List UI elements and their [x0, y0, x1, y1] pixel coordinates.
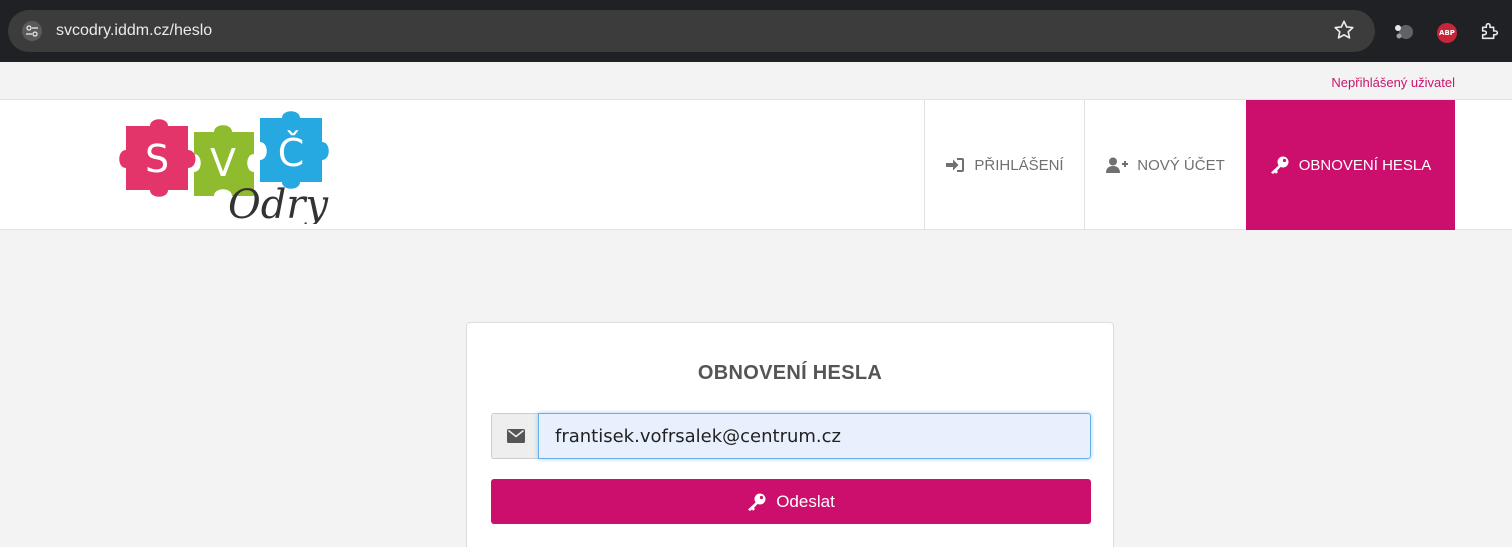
nav-login[interactable]: PŘIHLÁŠENÍ	[924, 100, 1084, 230]
key-icon	[748, 493, 766, 511]
logo-letter-c: Č	[278, 131, 305, 175]
svc-odry-logo[interactable]: S V Č Odry	[118, 106, 343, 224]
nav-new-account-label: NOVÝ ÚČET	[1137, 156, 1225, 174]
logo-letter-s: S	[145, 137, 169, 181]
envelope-icon	[506, 429, 525, 443]
user-status-link[interactable]: Nepřihlášený uživatel	[1331, 75, 1455, 90]
bookmark-star-icon[interactable]	[1333, 19, 1355, 41]
nav-password-reset[interactable]: OBNOVENÍ HESLA	[1246, 100, 1455, 230]
site-header: S V Č Odry PŘIHLÁŠENÍ NOVÝ ÚČET OBNOVENÍ…	[0, 100, 1512, 230]
sign-in-icon	[946, 158, 965, 172]
address-bar[interactable]: svcodry.iddm.cz/heslo	[8, 10, 1375, 52]
user-status-bar: Nepřihlášený uživatel	[0, 62, 1512, 100]
user-plus-icon	[1106, 157, 1129, 173]
logo-script-odry: Odry	[228, 182, 330, 224]
url-text[interactable]: svcodry.iddm.cz/heslo	[56, 22, 212, 40]
extension-icon[interactable]	[1393, 22, 1415, 42]
card-title: OBNOVENÍ HESLA	[697, 362, 883, 384]
adblock-plus-icon[interactable]: ABP	[1437, 23, 1457, 43]
extensions-puzzle-icon[interactable]	[1479, 20, 1501, 42]
email-addon	[491, 413, 539, 459]
key-icon	[1270, 156, 1289, 174]
email-input[interactable]	[538, 413, 1091, 459]
password-reset-card: OBNOVENÍ HESLA Odeslat	[466, 322, 1114, 547]
nav-password-reset-label: OBNOVENÍ HESLA	[1298, 156, 1432, 174]
submit-button[interactable]: Odeslat	[491, 479, 1091, 524]
submit-label: Odeslat	[776, 491, 835, 511]
browser-toolbar: svcodry.iddm.cz/heslo ABP	[0, 0, 1512, 62]
nav-new-account[interactable]: NOVÝ ÚČET	[1084, 100, 1246, 230]
logo-letter-v: V	[210, 141, 236, 185]
site-info-icon[interactable]	[22, 21, 42, 41]
nav-login-label: PŘIHLÁŠENÍ	[974, 156, 1064, 174]
